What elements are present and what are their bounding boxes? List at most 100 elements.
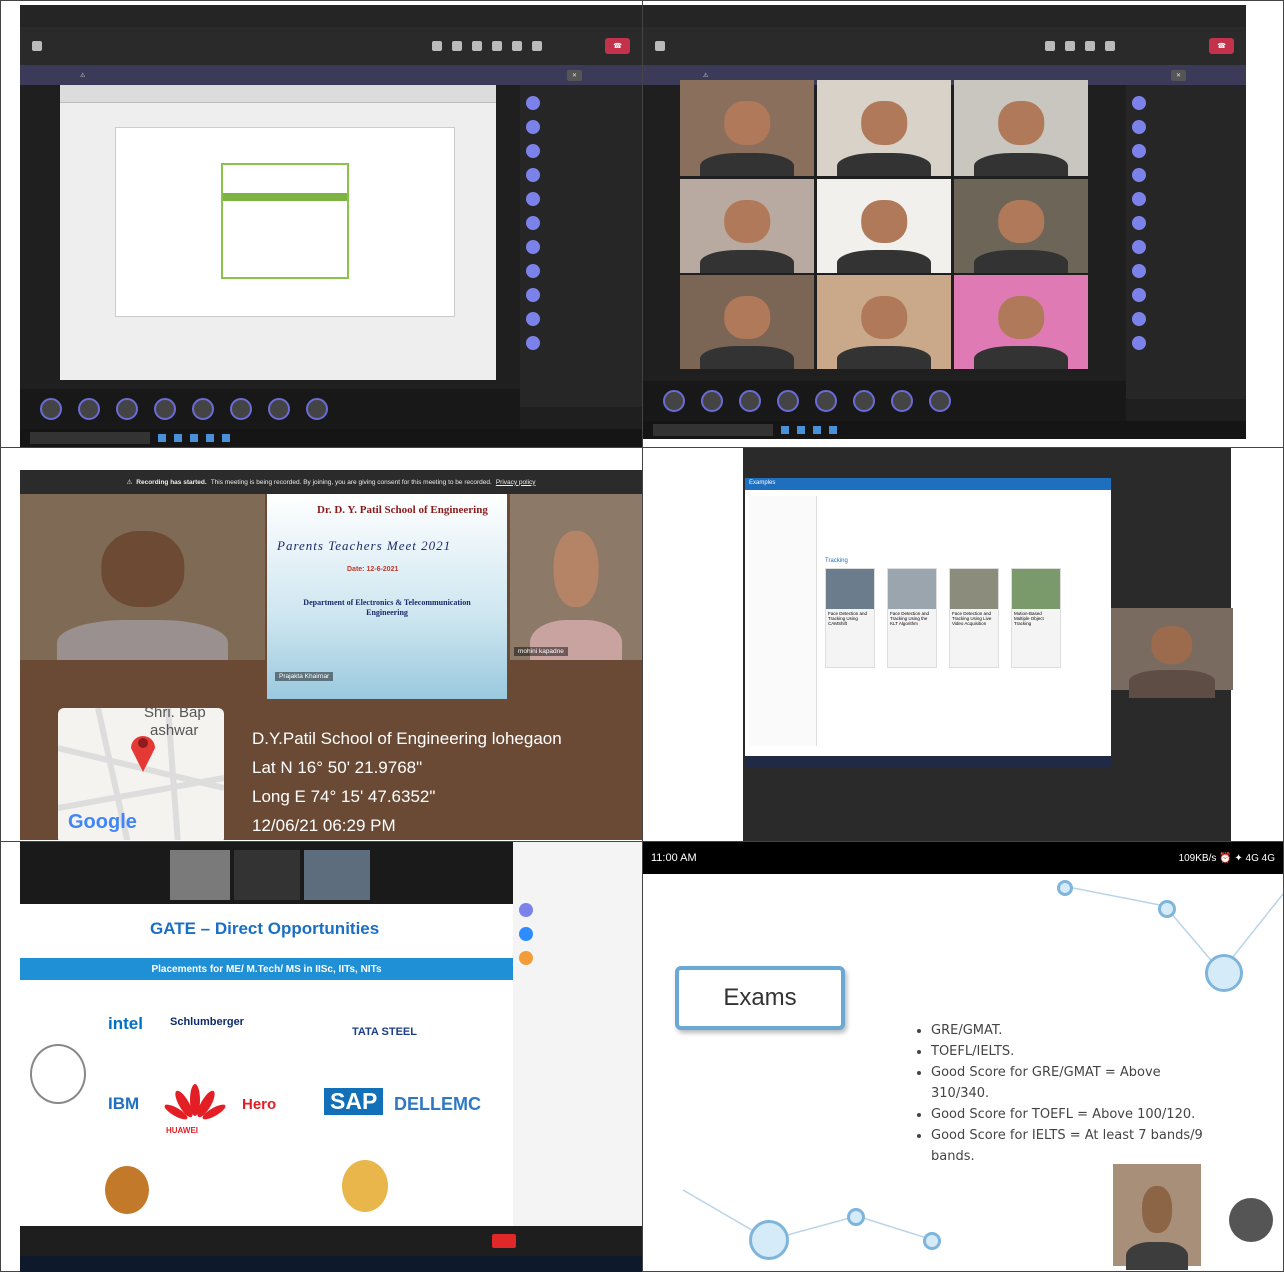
taskbar-search[interactable] [653,424,773,436]
participant-row[interactable] [1132,331,1240,355]
participant-thumb[interactable] [701,390,723,412]
camera-icon[interactable] [492,41,502,51]
taskbar-search[interactable] [30,432,150,444]
participant-thumb[interactable] [234,850,300,900]
participant-row[interactable] [526,211,636,235]
participant-row[interactable] [526,115,636,139]
participant-thumb[interactable] [663,390,685,412]
participant-thumb[interactable] [777,390,799,412]
participant-row[interactable] [513,922,642,946]
participant-row[interactable] [1132,283,1240,307]
mic-icon[interactable] [512,41,522,51]
ptm-meeting-cell: ⚠ Recording has started. This meeting is… [20,470,642,840]
participant-row[interactable] [526,139,636,163]
name-tag-prajakta: Prajakta Khairnar [275,672,334,681]
example-tile[interactable]: Face Detection and Tracking Using the KL… [887,568,937,668]
video-tile [954,275,1088,369]
participant-row[interactable] [1132,115,1240,139]
dismiss-button[interactable]: ✕ [1170,69,1186,81]
participant-thumb[interactable] [230,398,252,420]
participant-row[interactable] [1132,187,1240,211]
taskbar-app-icon[interactable] [174,434,182,442]
participant-thumb[interactable] [739,390,761,412]
avatar [519,951,533,965]
avatar [526,312,540,326]
taskbar-app-icon[interactable] [813,426,821,434]
participant-row[interactable] [513,898,642,922]
raise-hand-icon[interactable] [1065,41,1075,51]
taskbar-app-icon[interactable] [222,434,230,442]
taskbar-app-icon[interactable] [206,434,214,442]
participant-row[interactable] [1132,163,1240,187]
leave-button[interactable]: ☎ [605,38,630,54]
participant-thumb[interactable] [268,398,290,420]
participant-row[interactable] [1132,235,1240,259]
participant-thumb[interactable] [853,390,875,412]
avatar [1132,240,1146,254]
huawei-petals-icon [164,1084,226,1120]
avatar [1132,288,1146,302]
participant-row[interactable] [513,946,642,970]
taskbar-app-icon[interactable] [781,426,789,434]
participant-thumb[interactable] [170,850,230,900]
dismiss-button[interactable]: ✕ [566,69,582,81]
more-icon[interactable] [472,41,482,51]
geotag-long: Long E 74° 15' 47.6352" [252,787,436,806]
participant-thumb[interactable] [815,390,837,412]
participant-row[interactable] [526,235,636,259]
participant-row[interactable] [526,163,636,187]
participants-icon[interactable] [432,41,442,51]
meeting-toolbar: ☎ [643,27,1246,65]
participant-row[interactable] [1132,211,1240,235]
taskbar-app-icon[interactable] [158,434,166,442]
zoom-participants-panel [513,842,642,1226]
participant-thumb[interactable] [929,390,951,412]
chat-icon[interactable] [32,41,42,51]
share-icon[interactable] [532,41,542,51]
profile-bubble[interactable] [1229,1198,1273,1242]
participants-icon[interactable] [1045,41,1055,51]
taskbar-app-icon[interactable] [190,434,198,442]
participant-thumb[interactable] [192,398,214,420]
privacy-link[interactable]: Privacy policy [496,479,536,486]
participant-row[interactable] [526,91,636,115]
mic-icon[interactable] [1105,41,1115,51]
avatar [1132,192,1146,206]
participant-thumb[interactable] [40,398,62,420]
participant-face [998,295,1044,339]
examples-header: Examples [745,478,1111,490]
network-node [847,1208,865,1226]
participant-row[interactable] [526,259,636,283]
participant-row[interactable] [1132,91,1240,115]
participant-row[interactable] [526,283,636,307]
leave-button[interactable]: ☎ [1209,38,1234,54]
participant-thumb[interactable] [891,390,913,412]
taskbar-app-icon[interactable] [797,426,805,434]
chat-icon[interactable] [655,41,665,51]
participants-panel [1126,85,1246,399]
participant-thumb[interactable] [304,850,370,900]
participant-thumb[interactable] [306,398,328,420]
slide-title: GATE – Direct Opportunities [150,919,380,938]
participant-row[interactable] [1132,259,1240,283]
raise-hand-icon[interactable] [452,41,462,51]
participant-thumb[interactable] [116,398,138,420]
participant-row[interactable] [526,331,636,355]
participant-thumb[interactable] [154,398,176,420]
participant-face [861,295,907,339]
participant-row[interactable] [1132,139,1240,163]
participant-row[interactable] [526,187,636,211]
example-tile[interactable]: Motion-Based Multiple Object Tracking [1011,568,1061,668]
camera-icon[interactable] [1085,41,1095,51]
certificate-preview [221,163,349,279]
taskbar-app-icon[interactable] [829,426,837,434]
warning-icon: ⚠ [126,479,133,486]
example-tile[interactable]: Face Detection and Tracking Using CAMShi… [825,568,875,668]
end-button[interactable] [492,1234,516,1248]
participant-thumb[interactable] [78,398,100,420]
example-tile[interactable]: Face Detection and Tracking Using Live V… [949,568,999,668]
participant-row[interactable] [1132,307,1240,331]
avatar [1132,120,1146,134]
nit-emblem [342,1160,388,1212]
participant-row[interactable] [526,307,636,331]
